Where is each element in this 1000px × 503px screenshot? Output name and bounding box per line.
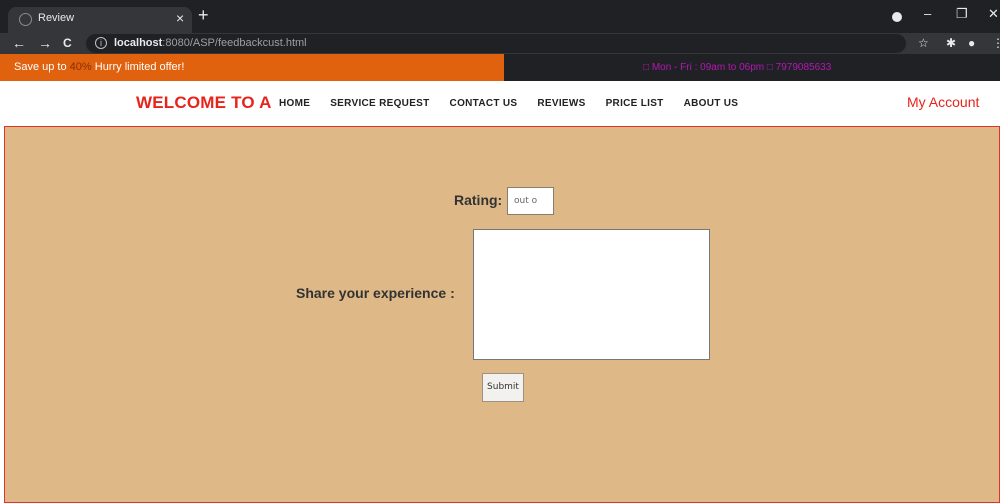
nav-service-request[interactable]: SERVICE REQUEST — [330, 98, 429, 109]
experience-label: Share your experience : — [296, 285, 455, 301]
nav-reviews[interactable]: REVIEWS — [537, 98, 585, 109]
promo-highlight: 40% — [69, 61, 92, 73]
feedback-form: Rating: out o Share your experience : Su… — [4, 126, 1000, 503]
back-icon[interactable]: ← — [12, 35, 26, 51]
contact-hours: □ Mon - Fri : 09am to 06pm □ 7979085633 — [643, 62, 832, 73]
minimize-icon[interactable]: – — [924, 6, 931, 21]
browser-toolbar: ← → C i localhost:8080/ASP/feedbackcust.… — [0, 33, 1000, 54]
nav-price-list[interactable]: PRICE LIST — [606, 98, 664, 109]
account-icon[interactable]: ● — [968, 36, 975, 50]
new-tab-icon[interactable]: + — [198, 6, 209, 24]
globe-icon — [19, 13, 32, 26]
site-header: WELCOME TO A HOME SERVICE REQUEST CONTAC… — [0, 81, 1000, 126]
rating-label: Rating: — [454, 192, 503, 208]
browser-tab-strip: Review × + – ❐ ✕ — [0, 0, 1000, 33]
promo-text: Save up to 40% Hurry limited offer! — [14, 61, 185, 73]
nav-about-us[interactable]: ABOUT US — [684, 98, 739, 109]
browser-tab[interactable]: Review × — [8, 7, 192, 33]
experience-textarea[interactable] — [473, 229, 710, 360]
nav-home[interactable]: HOME — [279, 98, 310, 109]
close-tab-icon[interactable]: × — [176, 10, 184, 26]
menu-icon[interactable]: ⋮ — [992, 36, 1000, 50]
submit-button[interactable]: Submit — [482, 373, 524, 402]
reload-icon[interactable]: C — [63, 35, 72, 51]
address-bar[interactable]: i localhost:8080/ASP/feedbackcust.html — [86, 34, 906, 53]
promo-offer: Save up to 40% Hurry limited offer! — [0, 54, 504, 81]
tab-title: Review — [38, 12, 75, 24]
rating-input[interactable]: out o — [507, 187, 554, 215]
promo-bar: Save up to 40% Hurry limited offer! □ Mo… — [0, 54, 1000, 81]
info-icon[interactable]: i — [95, 37, 107, 49]
extensions-icon[interactable]: ✱ — [946, 36, 956, 50]
url-text: localhost:8080/ASP/feedbackcust.html — [114, 37, 307, 49]
profile-icon[interactable] — [892, 12, 902, 22]
my-account-link[interactable]: My Account — [907, 94, 979, 110]
nav-contact-us[interactable]: CONTACT US — [450, 98, 518, 109]
maximize-icon[interactable]: ❐ — [956, 6, 968, 22]
forward-icon[interactable]: → — [38, 35, 52, 51]
window-close-icon[interactable]: ✕ — [988, 6, 999, 22]
brand-logo[interactable]: WELCOME TO A — [136, 93, 272, 113]
main-nav: HOME SERVICE REQUEST CONTACT US REVIEWS … — [279, 98, 738, 109]
bookmark-star-icon[interactable]: ☆ — [918, 36, 929, 50]
